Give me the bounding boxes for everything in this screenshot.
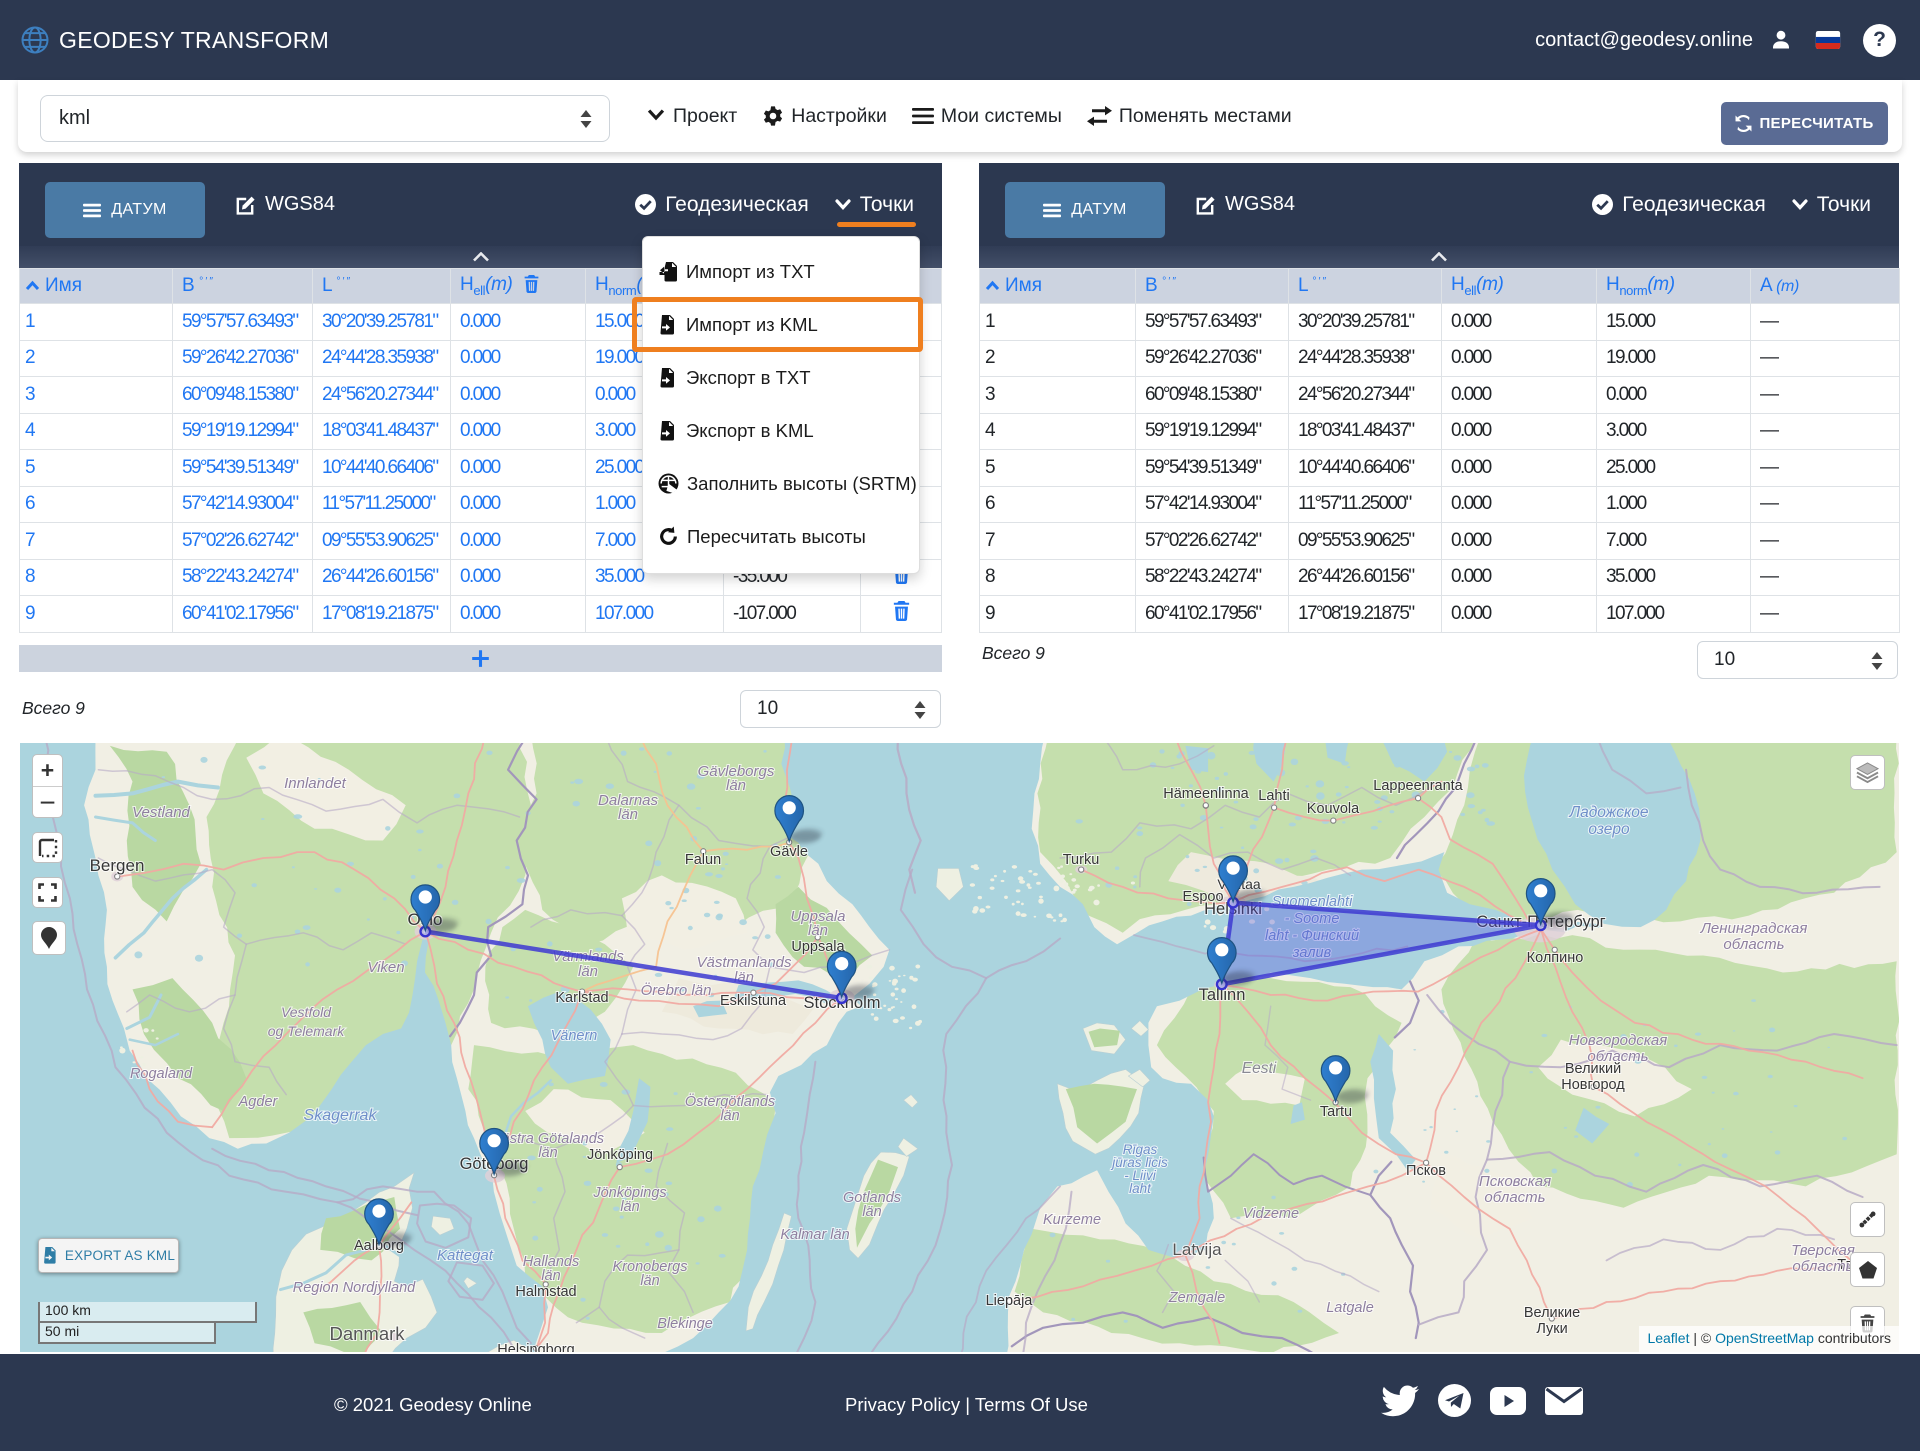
- svg-text:Latgale: Latgale: [1326, 1300, 1374, 1316]
- svg-text:Ладожское: Ладожское: [1568, 804, 1648, 821]
- svg-text:Kattegat: Kattegat: [437, 1247, 494, 1264]
- svg-text:Великие: Великие: [1524, 1305, 1580, 1321]
- svg-text:Колпино: Колпино: [1527, 950, 1584, 966]
- svg-text:Danmark: Danmark: [329, 1323, 405, 1344]
- svg-text:область: область: [1484, 1189, 1545, 1206]
- svg-text:og Telemark: og Telemark: [268, 1023, 346, 1039]
- svg-text:län: län: [578, 963, 598, 980]
- svg-text:län: län: [862, 1204, 881, 1220]
- svg-text:область: область: [1587, 1048, 1648, 1065]
- svg-text:Тверская: Тверская: [1791, 1242, 1855, 1259]
- svg-text:область: область: [1792, 1258, 1853, 1275]
- svg-text:Region Nordjylland: Region Nordjylland: [293, 1280, 416, 1296]
- svg-text:laht: laht: [1129, 1181, 1152, 1196]
- svg-text:озеро: озеро: [1588, 821, 1630, 838]
- svg-text:Eesti: Eesti: [1242, 1060, 1277, 1077]
- svg-text:Ленинградская: Ленинградская: [1700, 920, 1808, 937]
- svg-text:län: län: [726, 777, 746, 794]
- svg-text:Kalmar län: Kalmar län: [780, 1227, 849, 1243]
- svg-text:Kurzeme: Kurzeme: [1043, 1212, 1101, 1228]
- svg-text:Gävle: Gävle: [770, 844, 808, 860]
- svg-text:Agder: Agder: [238, 1094, 279, 1110]
- svg-text:Jönköping: Jönköping: [587, 1147, 653, 1163]
- svg-text:Kouvola: Kouvola: [1307, 801, 1360, 817]
- svg-text:Lappeenranta: Lappeenranta: [1373, 778, 1463, 794]
- svg-text:län: län: [808, 922, 828, 939]
- svg-text:Viken: Viken: [367, 959, 404, 976]
- svg-text:Vestland: Vestland: [132, 804, 190, 821]
- svg-text:Луки: Луки: [1536, 1321, 1567, 1337]
- svg-text:Halmstad: Halmstad: [515, 1284, 576, 1300]
- svg-text:Hämeenlinna: Hämeenlinna: [1163, 786, 1249, 802]
- svg-text:Vänern: Vänern: [551, 1028, 598, 1044]
- svg-text:Vestfold: Vestfold: [281, 1004, 332, 1020]
- svg-text:Rogaland: Rogaland: [130, 1066, 193, 1082]
- svg-text:Bergen: Bergen: [90, 856, 145, 875]
- svg-text:Vidzeme: Vidzeme: [1243, 1206, 1299, 1222]
- svg-text:län: län: [618, 806, 638, 823]
- svg-text:Zemgale: Zemgale: [1168, 1290, 1225, 1306]
- svg-text:Eskilstuna: Eskilstuna: [720, 993, 787, 1009]
- svg-text:län: län: [541, 1268, 560, 1284]
- svg-text:Helsingborg: Helsingborg: [497, 1342, 574, 1352]
- svg-text:Liepāja: Liepāja: [986, 1293, 1034, 1309]
- svg-text:Tartu: Tartu: [1320, 1104, 1352, 1120]
- svg-text:Новгород: Новгород: [1561, 1077, 1625, 1093]
- svg-text:Örebro län: Örebro län: [641, 981, 712, 999]
- svg-text:Karlstad: Karlstad: [555, 990, 608, 1006]
- svg-text:Innlandet: Innlandet: [284, 775, 347, 792]
- svg-text:län: län: [640, 1273, 659, 1289]
- svg-text:Новгородская: Новгородская: [1569, 1032, 1668, 1049]
- svg-text:Skagerrak: Skagerrak: [304, 1107, 378, 1124]
- svg-text:Falun: Falun: [685, 852, 721, 868]
- svg-text:Псковская: Псковская: [1479, 1173, 1551, 1190]
- svg-text:län: län: [620, 1199, 639, 1215]
- svg-text:län: län: [720, 1108, 739, 1124]
- svg-text:Псков: Псков: [1406, 1163, 1446, 1179]
- svg-text:Latvija: Latvija: [1172, 1240, 1222, 1259]
- svg-text:Blekinge: Blekinge: [657, 1316, 713, 1332]
- svg-text:Turku: Turku: [1063, 852, 1100, 868]
- svg-text:область: область: [1723, 936, 1784, 953]
- svg-text:län: län: [538, 1145, 557, 1161]
- svg-text:Lahti: Lahti: [1258, 788, 1289, 804]
